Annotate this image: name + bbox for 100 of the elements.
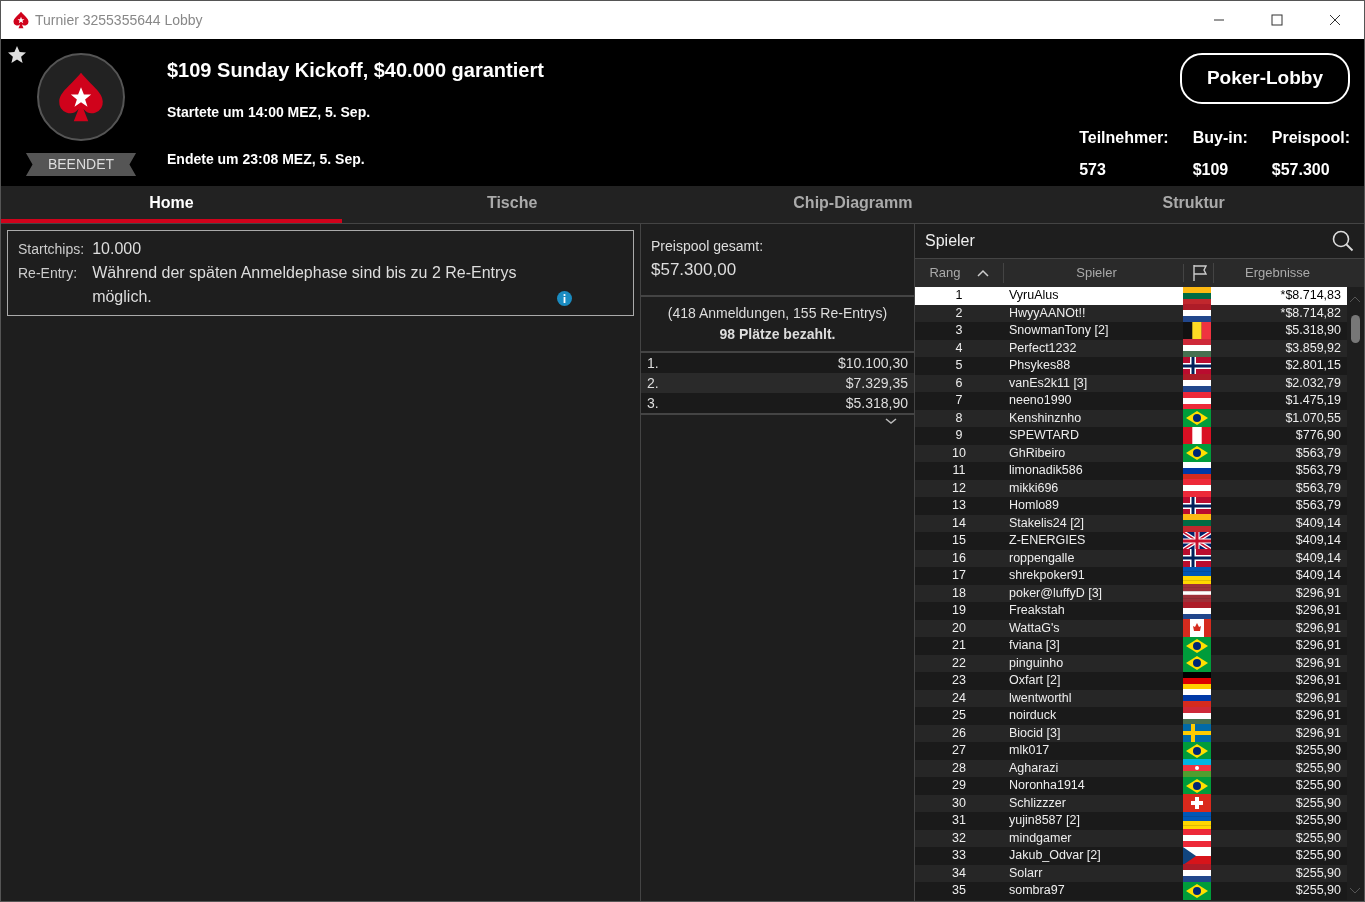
player-name: poker@luffyD [3] bbox=[1008, 584, 1104, 602]
player-row[interactable]: 3 SnowmanTony [2] $5.318,90 bbox=[915, 322, 1347, 340]
tab[interactable]: Home bbox=[1, 186, 342, 223]
flag-icon bbox=[1183, 514, 1211, 533]
player-name: Kenshinznho bbox=[1008, 409, 1083, 427]
result-cell-text: *$8.714,82 bbox=[1279, 304, 1342, 322]
flag-icon bbox=[1183, 584, 1211, 603]
player-name: vanEs2k11 [3] bbox=[1008, 374, 1089, 392]
tab[interactable]: Struktur bbox=[1023, 186, 1364, 223]
result-cell-text: $2.032,79 bbox=[1284, 374, 1342, 392]
player-name: Solarr bbox=[1008, 864, 1044, 882]
player-name: Homlo89 bbox=[1008, 497, 1061, 515]
flag-column-icon[interactable] bbox=[1190, 264, 1207, 282]
rank-cell-text: 14 bbox=[951, 514, 967, 532]
player-name: Noronha1914 bbox=[1008, 777, 1086, 795]
column-header[interactable]: Ergebnisse bbox=[1213, 263, 1345, 283]
rank-cell-text: 5 bbox=[954, 357, 964, 375]
player-name: limonadik586 bbox=[1008, 462, 1084, 480]
flag-icon bbox=[1183, 864, 1211, 883]
rank-cell-text: 13 bbox=[951, 497, 967, 515]
rank-cell-text: 21 bbox=[951, 637, 967, 655]
stat-label: Preispool: bbox=[1271, 128, 1350, 148]
player-row[interactable]: 31 yujin8587 [2] $255,90 bbox=[915, 812, 1347, 830]
player-row[interactable]: 13 Homlo89 $563,79 bbox=[915, 497, 1347, 515]
paid-places: 98 Plätze bezahlt. bbox=[718, 324, 837, 344]
result-cell-text: $776,90 bbox=[1294, 427, 1342, 445]
expand-chevron-icon[interactable] bbox=[884, 416, 898, 425]
flag-icon bbox=[1183, 339, 1211, 358]
player-row[interactable]: 1 VyruAlus *$8.714,83 bbox=[915, 287, 1347, 305]
player-row[interactable]: 15 Z-ENERGIES $409,14 bbox=[915, 532, 1347, 550]
player-name: Biocid [3] bbox=[1008, 724, 1062, 742]
rank-cell-text: 34 bbox=[951, 864, 967, 882]
player-row[interactable]: 25 noirduck $296,91 bbox=[915, 707, 1347, 725]
entries-count: (418 Anmeldungen, 155 Re-Entrys) bbox=[666, 303, 889, 323]
result-cell-text: $255,90 bbox=[1294, 759, 1342, 777]
result-cell-text: $409,14 bbox=[1294, 567, 1342, 585]
player-row[interactable]: 11 limonadik586 $563,79 bbox=[915, 462, 1347, 480]
result-cell-text: $296,91 bbox=[1294, 707, 1342, 725]
player-name: shrekpoker91 bbox=[1008, 567, 1086, 585]
flag-icon bbox=[1183, 689, 1211, 708]
player-row[interactable]: 35 sombra97 $255,90 bbox=[915, 882, 1347, 900]
flag-icon bbox=[1183, 374, 1211, 393]
result-cell-text: $296,91 bbox=[1294, 672, 1342, 690]
flag-icon bbox=[1183, 287, 1211, 305]
flag-icon bbox=[1183, 811, 1211, 830]
player-name: yujin8587 [2] bbox=[1008, 812, 1081, 830]
player-row[interactable]: 21 fviana [3] $296,91 bbox=[915, 637, 1347, 655]
flag-icon bbox=[1183, 829, 1211, 848]
prize-amount: $10.100,30 bbox=[837, 353, 908, 373]
player-row[interactable]: 27 mlk017 $255,90 bbox=[915, 742, 1347, 760]
stat-value: $109 bbox=[1192, 160, 1230, 180]
rank-cell-text: 4 bbox=[954, 339, 964, 357]
flag-icon bbox=[1183, 391, 1211, 410]
rank-cell-text: 17 bbox=[951, 567, 967, 585]
flag-icon bbox=[1183, 444, 1211, 463]
player-row[interactable]: 5 Phsykes88 $2.801,15 bbox=[915, 357, 1347, 375]
result-cell-text: $255,90 bbox=[1294, 864, 1342, 882]
prize-amount: $5.318,90 bbox=[845, 393, 908, 413]
flag-icon bbox=[1183, 479, 1211, 498]
player-name: Oxfart [2] bbox=[1008, 672, 1062, 690]
flag-icon bbox=[1183, 654, 1211, 673]
favorite-star-icon[interactable] bbox=[7, 45, 27, 65]
player-row[interactable]: 9 SPEWTARD $776,90 bbox=[915, 427, 1347, 445]
place-number: 2. bbox=[647, 373, 659, 393]
flag-icon bbox=[1183, 549, 1211, 568]
result-cell-text: $255,90 bbox=[1294, 829, 1342, 847]
rank-cell-text: 19 bbox=[951, 602, 967, 620]
player-name: roppengalle bbox=[1008, 549, 1076, 567]
result-cell-text: $1.070,55 bbox=[1284, 409, 1342, 427]
window-title: Turnier 3255355644 Lobby bbox=[35, 10, 204, 30]
rank-cell-text: 25 bbox=[951, 707, 967, 725]
result-cell-text: $296,91 bbox=[1294, 619, 1342, 637]
status-ribbon: BEENDET bbox=[25, 153, 137, 176]
player-name: mikki696 bbox=[1008, 479, 1060, 497]
poker-lobby-button[interactable]: Poker-Lobby bbox=[1179, 53, 1350, 104]
scrollbar-thumb[interactable] bbox=[1351, 315, 1360, 343]
player-row[interactable]: 33 Jakub_Odvar [2] $255,90 bbox=[915, 847, 1347, 865]
search-icon[interactable] bbox=[1332, 230, 1354, 252]
player-row[interactable]: 7 neeno1990 $1.475,19 bbox=[915, 392, 1347, 410]
sort-ascending-icon[interactable] bbox=[976, 268, 989, 278]
prizepool-label: Preispool gesamt: bbox=[651, 237, 765, 256]
column-header[interactable]: Rang bbox=[929, 263, 961, 283]
tab[interactable]: Tische bbox=[341, 186, 683, 223]
result-cell-text: $296,91 bbox=[1294, 584, 1342, 602]
flag-icon bbox=[1183, 846, 1211, 865]
player-name: SPEWTARD bbox=[1008, 427, 1080, 445]
result-cell-text: $563,79 bbox=[1294, 444, 1342, 462]
info-icon[interactable] bbox=[557, 291, 573, 306]
player-row[interactable]: 17 shrekpoker91 $409,14 bbox=[915, 567, 1347, 585]
tab[interactable]: Chip-Diagramm bbox=[682, 186, 1024, 223]
player-name: HwyyAANOt!! bbox=[1008, 304, 1087, 322]
player-row[interactable]: 23 Oxfart [2] $296,91 bbox=[915, 672, 1347, 690]
stat-value: $57.300 bbox=[1271, 160, 1331, 180]
rank-cell-text: 7 bbox=[954, 392, 964, 410]
flag-icon bbox=[1183, 724, 1211, 743]
column-header[interactable]: Spieler bbox=[1003, 263, 1183, 283]
player-row[interactable]: 29 Noronha1914 $255,90 bbox=[915, 777, 1347, 795]
player-name: noirduck bbox=[1008, 707, 1058, 725]
rank-cell-text: 15 bbox=[951, 532, 967, 550]
player-row[interactable]: 19 Freakstah $296,91 bbox=[915, 602, 1347, 620]
